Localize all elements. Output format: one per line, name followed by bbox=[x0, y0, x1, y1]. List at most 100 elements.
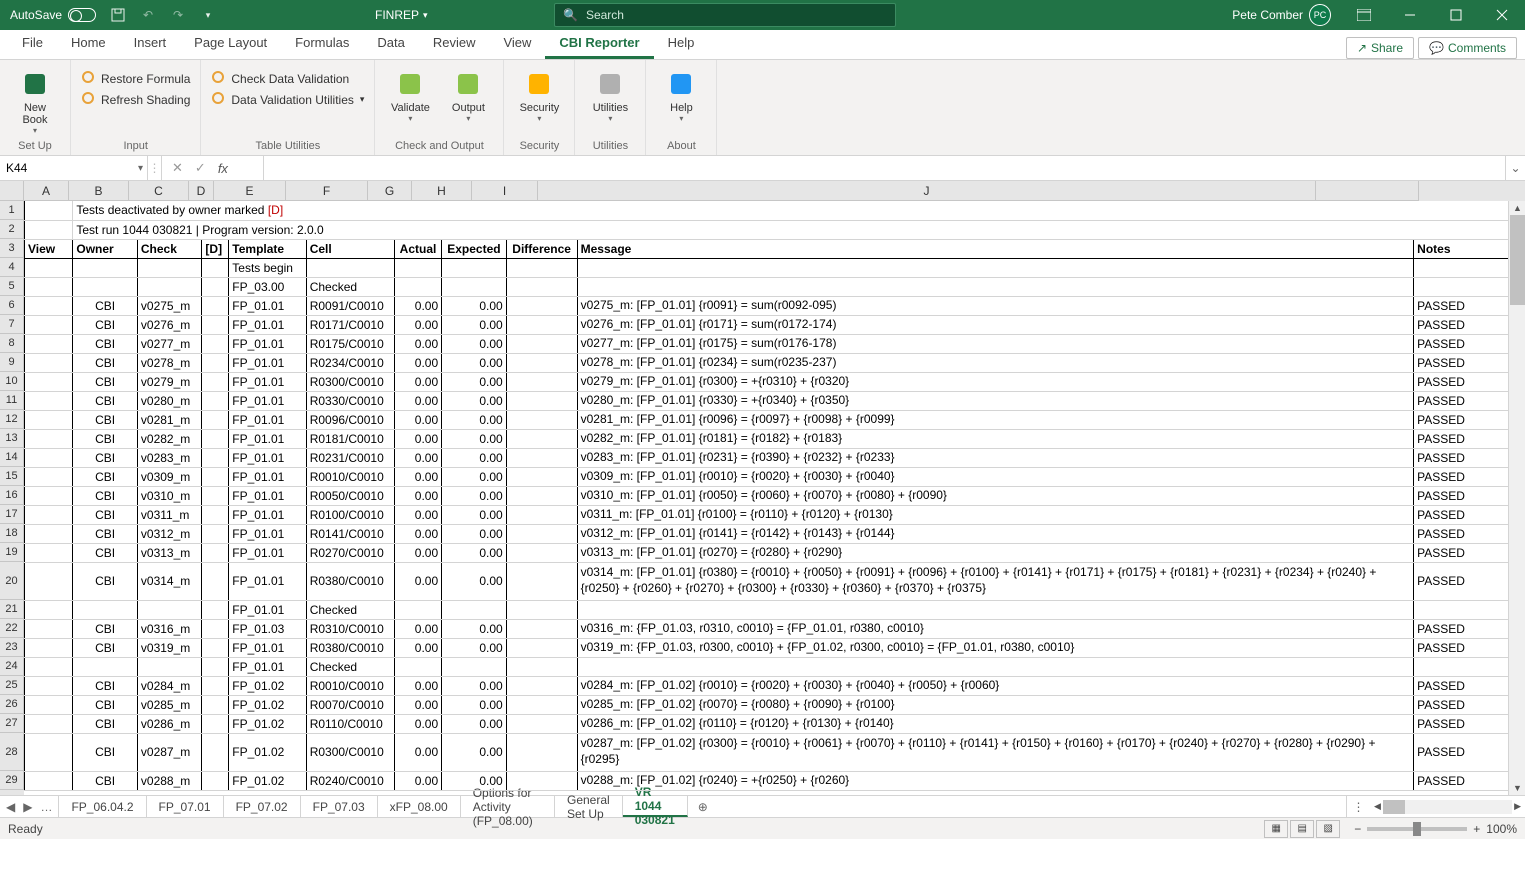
cell[interactable] bbox=[25, 391, 73, 410]
cell[interactable]: FP_01.02 bbox=[229, 733, 306, 771]
scroll-down-icon[interactable]: ▼ bbox=[1509, 781, 1525, 795]
zoom-in-icon[interactable]: + bbox=[1473, 822, 1480, 836]
doc-dropdown-icon[interactable]: ▾ bbox=[423, 10, 428, 21]
cell[interactable]: CBI bbox=[73, 448, 138, 467]
cell[interactable]: 0.00 bbox=[442, 448, 507, 467]
cell[interactable]: 0.00 bbox=[394, 562, 441, 600]
cell[interactable]: v0284_m bbox=[137, 676, 202, 695]
cell[interactable]: v0285_m bbox=[137, 695, 202, 714]
sheet-nav[interactable]: ◀▶… bbox=[0, 796, 59, 817]
cell[interactable] bbox=[202, 486, 229, 505]
row-header-2[interactable]: 2 bbox=[0, 220, 24, 239]
cell[interactable]: FP_01.01 bbox=[229, 638, 306, 657]
cell[interactable]: R0300/C0010 bbox=[306, 372, 394, 391]
autosave[interactable]: AutoSave bbox=[10, 8, 96, 22]
cell[interactable]: 0.00 bbox=[442, 486, 507, 505]
cell[interactable]: Actual bbox=[394, 239, 441, 258]
tab-data[interactable]: Data bbox=[363, 29, 418, 59]
cell[interactable]: 0.00 bbox=[442, 695, 507, 714]
cell[interactable]: R0300/C0010 bbox=[306, 733, 394, 771]
cell[interactable]: R0175/C0010 bbox=[306, 334, 394, 353]
row-header-8[interactable]: 8 bbox=[0, 334, 24, 353]
cell[interactable] bbox=[506, 391, 577, 410]
cell[interactable]: v0279_m: [FP_01.01] {r0300} = +{r0310} +… bbox=[577, 372, 1414, 391]
cell[interactable]: Expected bbox=[442, 239, 507, 258]
sheet-tab-fp-07-01[interactable]: FP_07.01 bbox=[147, 796, 224, 817]
cell[interactable]: Tests begin bbox=[229, 258, 306, 277]
cell[interactable]: CBI bbox=[73, 676, 138, 695]
cell[interactable]: CBI bbox=[73, 429, 138, 448]
row-header-26[interactable]: 26 bbox=[0, 695, 24, 714]
cell[interactable]: CBI bbox=[73, 733, 138, 771]
cell[interactable]: CBI bbox=[73, 372, 138, 391]
cell[interactable] bbox=[25, 638, 73, 657]
cell[interactable]: Tests deactivated by owner marked [D] bbox=[73, 201, 1525, 220]
cell[interactable] bbox=[25, 410, 73, 429]
cell[interactable]: FP_01.02 bbox=[229, 676, 306, 695]
cancel-icon[interactable]: ✕ bbox=[172, 160, 183, 176]
cell[interactable]: R0110/C0010 bbox=[306, 714, 394, 733]
cell[interactable] bbox=[202, 353, 229, 372]
cell[interactable]: v0319_m: {FP_01.03, r0300, c0010} + {FP_… bbox=[577, 638, 1414, 657]
cell[interactable] bbox=[506, 619, 577, 638]
cell[interactable]: 0.00 bbox=[442, 733, 507, 771]
scroll-up-icon[interactable]: ▲ bbox=[1509, 201, 1525, 215]
row-header-17[interactable]: 17 bbox=[0, 505, 24, 524]
cell[interactable]: R0231/C0010 bbox=[306, 448, 394, 467]
cell[interactable] bbox=[202, 676, 229, 695]
cell[interactable] bbox=[506, 771, 577, 790]
sheet-tab-fp-06-04-2[interactable]: FP_06.04.2 bbox=[59, 796, 146, 817]
cell[interactable]: CBI bbox=[73, 524, 138, 543]
cell[interactable]: [D] bbox=[202, 239, 229, 258]
cell[interactable] bbox=[442, 258, 507, 277]
cell[interactable]: FP_01.01 bbox=[229, 505, 306, 524]
cell[interactable]: 0.00 bbox=[394, 714, 441, 733]
cell[interactable]: CBI bbox=[73, 714, 138, 733]
cell[interactable]: v0288_m: [FP_01.02] {r0240} = +{r0250} +… bbox=[577, 771, 1414, 790]
cell[interactable]: 0.00 bbox=[394, 372, 441, 391]
col-header-notes[interactable] bbox=[1316, 181, 1419, 201]
cell[interactable] bbox=[394, 277, 441, 296]
namebox-resize[interactable]: ⋮ bbox=[148, 156, 162, 180]
share-button[interactable]: ↗Share bbox=[1346, 37, 1414, 59]
cell[interactable]: Message bbox=[577, 239, 1414, 258]
cell[interactable]: CBI bbox=[73, 638, 138, 657]
cell[interactable]: FP_01.01 bbox=[229, 543, 306, 562]
cell[interactable] bbox=[506, 315, 577, 334]
cell[interactable]: Checked bbox=[306, 277, 394, 296]
tab-insert[interactable]: Insert bbox=[120, 29, 181, 59]
cell[interactable]: 0.00 bbox=[442, 714, 507, 733]
tab-page-layout[interactable]: Page Layout bbox=[180, 29, 281, 59]
zoom-control[interactable]: − + 100% bbox=[1354, 822, 1517, 836]
cell[interactable]: CBI bbox=[73, 467, 138, 486]
cell[interactable] bbox=[506, 657, 577, 676]
cell[interactable]: v0287_m: [FP_01.02] {r0300} = {r0010} + … bbox=[577, 733, 1414, 771]
cell[interactable] bbox=[577, 600, 1414, 619]
cell[interactable] bbox=[506, 429, 577, 448]
cell[interactable]: R0310/C0010 bbox=[306, 619, 394, 638]
validate-button[interactable]: Validate▾ bbox=[385, 64, 435, 123]
cell[interactable]: 0.00 bbox=[394, 334, 441, 353]
cell[interactable] bbox=[202, 315, 229, 334]
cell[interactable] bbox=[442, 600, 507, 619]
cell[interactable] bbox=[73, 600, 138, 619]
cell[interactable]: 0.00 bbox=[442, 296, 507, 315]
cell[interactable] bbox=[202, 638, 229, 657]
cell[interactable] bbox=[394, 657, 441, 676]
row-header-18[interactable]: 18 bbox=[0, 524, 24, 543]
cell[interactable]: CBI bbox=[73, 486, 138, 505]
cell[interactable] bbox=[73, 277, 138, 296]
cell[interactable] bbox=[506, 505, 577, 524]
cell[interactable] bbox=[506, 733, 577, 771]
cell[interactable] bbox=[25, 258, 73, 277]
cell[interactable]: FP_01.01 bbox=[229, 391, 306, 410]
search-box[interactable]: 🔍 Search bbox=[554, 3, 896, 27]
row-header-10[interactable]: 10 bbox=[0, 372, 24, 391]
cell[interactable]: v0280_m bbox=[137, 391, 202, 410]
cell[interactable]: v0275_m: [FP_01.01] {r0091} = sum(r0092-… bbox=[577, 296, 1414, 315]
cell[interactable]: 0.00 bbox=[442, 676, 507, 695]
sheet-more-icon[interactable]: … bbox=[40, 800, 52, 814]
tab-cbi-reporter[interactable]: CBI Reporter bbox=[545, 29, 653, 59]
cell[interactable] bbox=[577, 277, 1414, 296]
row-header-21[interactable]: 21 bbox=[0, 600, 24, 619]
